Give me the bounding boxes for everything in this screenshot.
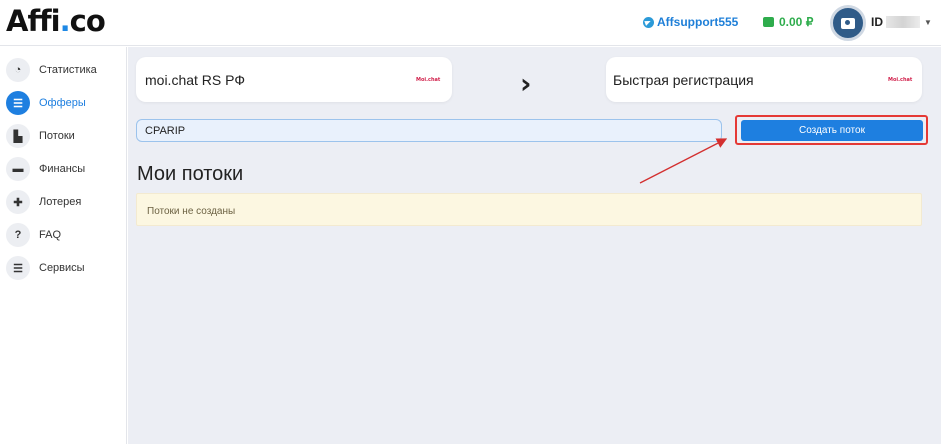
create-button-highlight: Создать поток [735,115,928,145]
create-stream-button[interactable]: Создать поток [741,120,923,141]
sidebar-item-label: Потоки [39,130,75,142]
sidebar-item-statistics[interactable]: ◔ Статистика [6,57,97,83]
camera-icon [841,17,855,29]
offer-title: moi.chat RS РФ [145,72,245,88]
top-header: Affi.co Affsupport555 0.00 ₽ ID ▼ [0,0,941,46]
redacted-user-id [886,16,920,28]
support-link[interactable]: Affsupport555 [643,15,738,29]
logo-tld: co [69,4,106,38]
balance[interactable]: 0.00 ₽ [763,15,813,29]
promo-input[interactable] [136,119,722,142]
caret-down-icon: ▼ [924,17,932,27]
sidebar-item-label: Статистика [39,64,97,76]
sidebar-item-offers[interactable]: ☰ Офферы [6,90,86,116]
annotation-arrow [639,138,728,184]
avatar[interactable] [830,5,866,41]
page-title: Мои потоки [137,163,244,185]
sidebar: ◔ Статистика ☰ Офферы ▙ Потоки ▬ Финансы… [0,47,127,444]
gift-icon: ✚ [6,190,30,214]
sidebar-item-finance[interactable]: ▬ Финансы [6,156,85,182]
sidebar-item-label: Финансы [39,163,86,175]
logo-main: Affi [6,4,61,38]
user-menu[interactable]: ID ▼ [871,15,932,29]
landing-brand-logo: Moi.chat [888,77,913,83]
sidebar-item-streams[interactable]: ▙ Потоки [6,123,75,149]
sidebar-item-label: Офферы [39,97,86,109]
sidebar-item-lottery[interactable]: ✚ Лотерея [6,189,81,215]
landing-title: Быстрая регистрация [613,72,754,88]
list-icon: ☰ [6,256,30,280]
support-label: Affsupport555 [657,15,739,29]
sidebar-item-label: Сервисы [39,262,85,274]
door-icon: ▙ [6,124,30,148]
landing-card[interactable]: Быстрая регистрация Moi.chat [606,57,922,102]
logo[interactable]: Affi.co [6,4,106,38]
main-content: moi.chat RS РФ Moi.chat › Быстрая регист… [128,47,941,444]
wallet-icon: ▬ [6,157,30,181]
telegram-icon [643,16,654,28]
question-icon: ? [6,223,30,247]
sidebar-item-services[interactable]: ☰ Сервисы [6,255,85,281]
user-id-label: ID [871,15,883,29]
offer-card[interactable]: moi.chat RS РФ Moi.chat [136,57,452,102]
sidebar-item-faq[interactable]: ? FAQ [6,222,61,248]
sidebar-item-label: Лотерея [39,196,82,208]
sidebar-item-label: FAQ [39,229,62,241]
empty-streams-alert: Потоки не созданы [136,193,922,226]
logo-dot: . [59,4,71,38]
chevron-right-icon: › [520,67,532,100]
pie-chart-icon: ◔ [6,58,30,82]
empty-message: Потоки не созданы [147,206,236,217]
list-icon: ☰ [6,91,30,115]
offer-brand-logo: Moi.chat [416,77,441,83]
wallet-icon [763,17,774,27]
balance-value: 0.00 ₽ [779,15,814,29]
